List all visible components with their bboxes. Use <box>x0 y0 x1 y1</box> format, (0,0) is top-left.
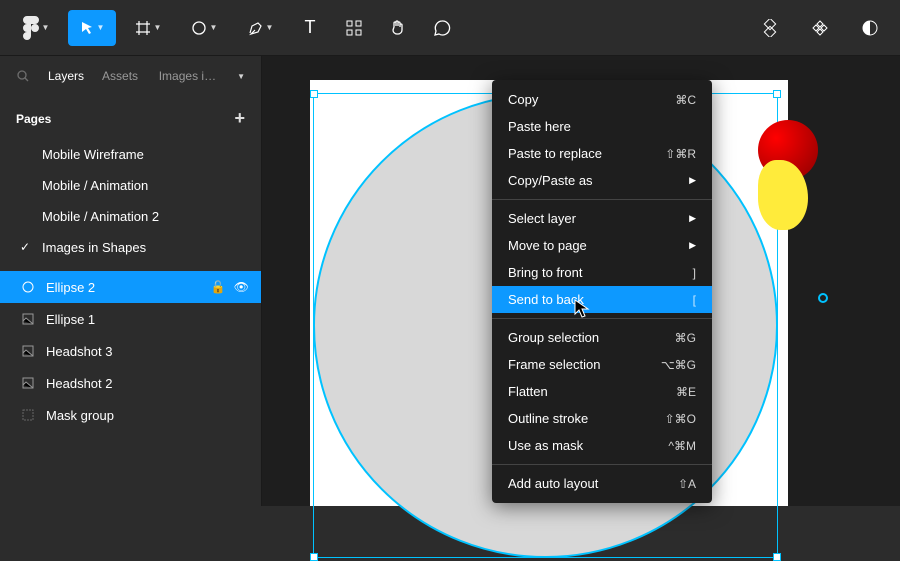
submenu-arrow-icon: ▶ <box>689 175 696 186</box>
layer-ellipse-1[interactable]: Ellipse 1 <box>0 303 261 335</box>
figma-menu[interactable]: ▼ <box>12 10 60 46</box>
circle-icon <box>191 20 207 36</box>
rotation-handle[interactable] <box>818 293 828 303</box>
shape-tool[interactable]: ▼ <box>180 10 228 46</box>
chevron-down-icon: ▼ <box>154 23 162 32</box>
submenu-arrow-icon: ▶ <box>689 240 696 251</box>
layer-label: Ellipse 1 <box>46 312 95 327</box>
pages-title: Pages <box>16 112 51 126</box>
layer-label: Mask group <box>46 408 114 423</box>
sidebar-tabs: Layers Assets Images i… ▼ <box>0 56 261 96</box>
tab-assets[interactable]: Assets <box>102 69 138 83</box>
contrast-view[interactable] <box>852 10 888 46</box>
cursor-icon <box>80 21 94 35</box>
hand-icon <box>389 19 407 37</box>
hand-tool[interactable] <box>380 10 416 46</box>
left-sidebar: Layers Assets Images i… ▼ Pages + Mobile… <box>0 56 262 506</box>
page-item-current[interactable]: Images in Shapes <box>0 232 261 263</box>
frame-icon <box>135 20 151 36</box>
text-tool[interactable]: T <box>292 10 328 46</box>
menu-group[interactable]: Group selection⌘G <box>492 324 712 351</box>
chevron-down-icon: ▼ <box>210 23 218 32</box>
component-icon <box>761 19 779 37</box>
mask-view[interactable] <box>802 10 838 46</box>
menu-separator <box>492 199 712 200</box>
menu-copy[interactable]: Copy⌘C <box>492 86 712 113</box>
resize-handle-tl[interactable] <box>310 90 318 98</box>
chevron-down-icon: ▼ <box>97 23 105 32</box>
chevron-down-icon: ▼ <box>237 72 245 81</box>
menu-outline[interactable]: Outline stroke⇧⌘O <box>492 405 712 432</box>
resize-handle-bl[interactable] <box>310 553 318 561</box>
context-menu: Copy⌘C Paste here Paste to replace⇧⌘R Co… <box>492 80 712 503</box>
pen-tool[interactable]: ▼ <box>236 10 284 46</box>
menu-send-back[interactable]: Send to back[ <box>492 286 712 313</box>
ellipse-icon <box>20 279 36 295</box>
unlock-icon[interactable]: 🔓 <box>211 280 226 294</box>
menu-select-layer[interactable]: Select layer▶ <box>492 205 712 232</box>
menu-paste-replace[interactable]: Paste to replace⇧⌘R <box>492 140 712 167</box>
menu-move-page[interactable]: Move to page▶ <box>492 232 712 259</box>
components-view[interactable] <box>752 10 788 46</box>
page-item[interactable]: Mobile / Animation 2 <box>0 201 261 232</box>
page-item[interactable]: Mobile Wireframe <box>0 139 261 170</box>
figma-logo-icon <box>23 16 39 40</box>
menu-auto-layout[interactable]: Add auto layout⇧A <box>492 470 712 497</box>
pen-icon <box>247 20 263 36</box>
contrast-icon <box>861 19 879 37</box>
mask-group-icon <box>20 407 36 423</box>
search-icon[interactable] <box>16 69 30 83</box>
resources-icon <box>346 20 362 36</box>
layer-headshot-2[interactable]: Headshot 2 <box>0 367 261 399</box>
text-icon: T <box>305 17 316 38</box>
resize-handle-tr[interactable] <box>773 90 781 98</box>
menu-mask[interactable]: Use as mask^⌘M <box>492 432 712 459</box>
menu-separator <box>492 318 712 319</box>
menu-frame[interactable]: Frame selection⌥⌘G <box>492 351 712 378</box>
tab-file[interactable]: Images i… <box>159 69 216 83</box>
image-icon <box>20 311 36 327</box>
tab-layers[interactable]: Layers <box>48 69 84 83</box>
menu-paste-here[interactable]: Paste here <box>492 113 712 140</box>
visibility-icon[interactable]: 👁 <box>234 280 249 294</box>
layer-headshot-3[interactable]: Headshot 3 <box>0 335 261 367</box>
resources-tool[interactable] <box>336 10 372 46</box>
image-icon <box>20 375 36 391</box>
move-tool[interactable]: ▼ <box>68 10 116 46</box>
layer-ellipse-2[interactable]: Ellipse 2 🔓 👁 <box>0 271 261 303</box>
pages-header: Pages + <box>0 96 261 139</box>
menu-flatten[interactable]: Flatten⌘E <box>492 378 712 405</box>
image-icon <box>20 343 36 359</box>
layer-label: Headshot 2 <box>46 376 113 391</box>
page-item[interactable]: Mobile / Animation <box>0 170 261 201</box>
layer-label: Ellipse 2 <box>46 280 95 295</box>
layer-label: Headshot 3 <box>46 344 113 359</box>
menu-bring-front[interactable]: Bring to front] <box>492 259 712 286</box>
add-page-button[interactable]: + <box>234 108 245 129</box>
comment-icon <box>433 19 451 37</box>
layer-mask-group[interactable]: Mask group <box>0 399 261 431</box>
main-toolbar: ▼ ▼ ▼ ▼ ▼ T <box>0 0 900 56</box>
menu-copy-paste-as[interactable]: Copy/Paste as▶ <box>492 167 712 194</box>
frame-tool[interactable]: ▼ <box>124 10 172 46</box>
chevron-down-icon: ▼ <box>266 23 274 32</box>
chevron-down-icon: ▼ <box>42 23 50 32</box>
resize-handle-br[interactable] <box>773 553 781 561</box>
diamond-icon <box>811 19 829 37</box>
comment-tool[interactable] <box>424 10 460 46</box>
submenu-arrow-icon: ▶ <box>689 213 696 224</box>
menu-separator <box>492 464 712 465</box>
